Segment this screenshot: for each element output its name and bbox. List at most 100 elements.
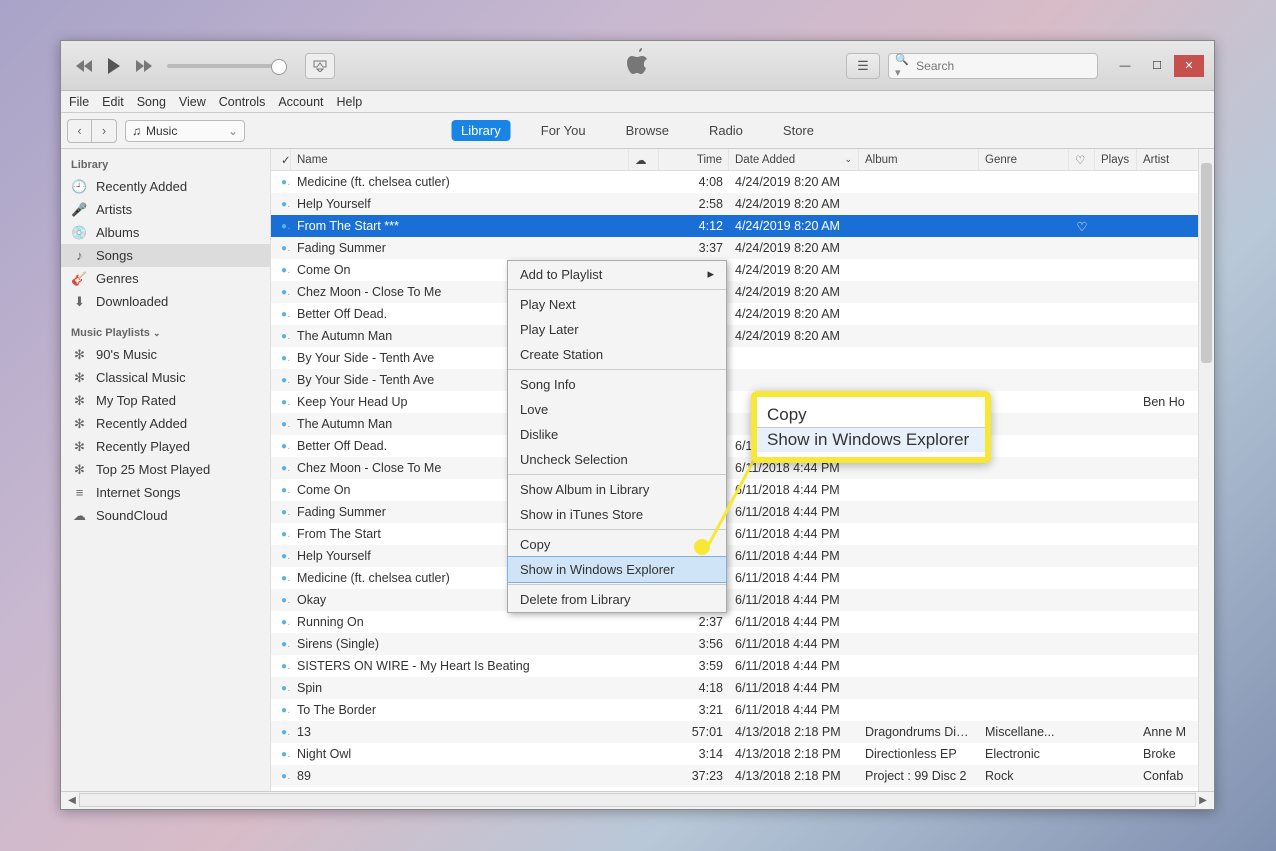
table-row[interactable]: ●From The Start ***4:124/24/2019 8:20 AM… [271,215,1214,237]
sidebar-item-recently-added[interactable]: 🕘Recently Added [61,175,270,198]
nav-back[interactable]: ‹ [68,120,92,142]
row-check[interactable]: ● [271,639,291,650]
ctx-delete[interactable]: Delete from Library [508,587,726,612]
prev-button[interactable] [71,53,97,79]
table-row[interactable]: ●Medicine (ft. chelsea cutler)4:084/24/2… [271,171,1214,193]
row-check[interactable]: ● [271,485,291,496]
list-view-button[interactable]: ☰ [846,53,880,79]
col-name[interactable]: Name [291,149,629,170]
row-check[interactable]: ● [271,683,291,694]
table-row[interactable]: ●Fading Summer3:374/24/2019 8:20 AM [271,237,1214,259]
sidebar-item-albums[interactable]: 💿Albums [61,221,270,244]
ctx-show-explorer[interactable]: Show in Windows Explorer [507,556,727,583]
table-row[interactable]: ●Night Owl3:144/13/2018 2:18 PMDirection… [271,743,1214,765]
playlist-item[interactable]: ✻Top 25 Most Played [61,458,270,481]
table-row[interactable]: ●Spin4:186/11/2018 4:44 PM [271,677,1214,699]
playlist-item[interactable]: ✻Recently Added [61,412,270,435]
row-check[interactable]: ● [271,177,291,188]
ctx-show-album[interactable]: Show Album in Library [508,477,726,502]
table-row[interactable]: ●Sirens (Single)3:566/11/2018 4:44 PM [271,633,1214,655]
tab-browse[interactable]: Browse [616,120,679,141]
playlist-item[interactable]: ✻My Top Rated [61,389,270,412]
table-row[interactable]: ●From The Start4:126/11/2018 4:44 PM [271,523,1214,545]
menu-help[interactable]: Help [337,95,363,109]
airplay-button[interactable] [305,53,335,79]
tab-radio[interactable]: Radio [699,120,753,141]
maximize-button[interactable]: ☐ [1142,55,1172,77]
table-row[interactable]: ●SISTERS ON WIRE - My Heart Is Beating3:… [271,655,1214,677]
table-row[interactable]: ●By Your Side - Tenth Ave [271,369,1214,391]
table-row[interactable]: ●By Your Side - Tenth Ave [271,347,1214,369]
tab-library[interactable]: Library [451,120,511,141]
row-check[interactable]: ● [271,441,291,452]
media-picker[interactable]: ♫ Music ⌄ [125,120,245,142]
table-row[interactable]: ●The Autumn Man [271,413,1214,435]
ctx-uncheck[interactable]: Uncheck Selection [508,447,726,472]
playlist-item[interactable]: ✻Classical Music [61,366,270,389]
row-check[interactable]: ● [271,243,291,254]
volume-slider[interactable] [167,64,287,68]
row-check[interactable]: ● [271,221,291,232]
row-check[interactable]: ● [271,309,291,320]
row-check[interactable]: ● [271,771,291,782]
next-button[interactable] [131,53,157,79]
col-check[interactable]: ✓ [271,149,291,170]
row-check[interactable]: ● [271,507,291,518]
menu-view[interactable]: View [179,95,206,109]
table-row[interactable]: ●Help Yourself2:584/24/2019 8:20 AM [271,193,1214,215]
ctx-song-info[interactable]: Song Info [508,372,726,397]
col-love[interactable]: ♡ [1069,149,1095,170]
col-time[interactable]: Time [659,149,729,170]
row-check[interactable]: ● [271,617,291,628]
row-check[interactable]: ● [271,595,291,606]
row-check[interactable]: ● [271,397,291,408]
sidebar-item-genres[interactable]: 🎸Genres [61,267,270,290]
table-row[interactable]: ●Come On3:336/11/2018 4:44 PM [271,479,1214,501]
table-row[interactable]: ●Help Yourself2:586/11/2018 4:44 PM [271,545,1214,567]
playlist-item[interactable]: ≡Internet Songs [61,481,270,504]
table-row[interactable]: ●Medicine (ft. chelsea cutler)4:086/11/2… [271,567,1214,589]
ctx-show-store[interactable]: Show in iTunes Store [508,502,726,527]
menu-edit[interactable]: Edit [102,95,124,109]
playlist-item[interactable]: ✻Recently Played [61,435,270,458]
menu-file[interactable]: File [69,95,89,109]
row-check[interactable]: ● [271,749,291,760]
table-row[interactable]: ●Better Off Dead.5:226/11/2018 4:44 PM [271,435,1214,457]
table-row[interactable]: ●Come On3:334/24/2019 8:20 AM [271,259,1214,281]
row-check[interactable]: ● [271,287,291,298]
col-plays[interactable]: Plays [1095,149,1137,170]
sidebar-item-songs[interactable]: ♪Songs [61,244,270,267]
table-row[interactable]: ●Chez Moon - Close To Me4:526/11/2018 4:… [271,457,1214,479]
close-button[interactable]: ✕ [1174,55,1204,77]
playlist-item[interactable]: ☁SoundCloud [61,504,270,527]
row-check[interactable]: ● [271,331,291,342]
table-row[interactable]: ●The Autumn Man3:154/24/2019 8:20 AM [271,325,1214,347]
ctx-add-to-playlist[interactable]: Add to Playlist▸ [508,261,726,287]
row-check[interactable]: ● [271,199,291,210]
tab-store[interactable]: Store [773,120,824,141]
menu-account[interactable]: Account [278,95,323,109]
nav-forward[interactable]: › [92,120,116,142]
table-row[interactable]: ●8937:234/13/2018 2:18 PMProject : 99 Di… [271,765,1214,787]
search-field[interactable]: 🔍▾ [888,53,1098,79]
sidebar-header-playlists[interactable]: Music Playlists ⌄ [61,323,270,343]
tab-for-you[interactable]: For You [531,120,596,141]
table-row[interactable]: ●Keep Your Head UpKingdomBen Ho [271,391,1214,413]
ctx-dislike[interactable]: Dislike [508,422,726,447]
ctx-love[interactable]: Love [508,397,726,422]
ctx-play-next[interactable]: Play Next [508,292,726,317]
play-button[interactable] [101,53,127,79]
search-input[interactable] [916,59,1091,73]
row-check[interactable]: ● [271,529,291,540]
minimize-button[interactable]: — [1110,55,1140,77]
row-check[interactable]: ● [271,705,291,716]
table-row[interactable]: ●1357:014/13/2018 2:18 PMDragondrums Dis… [271,721,1214,743]
row-check[interactable]: ● [271,265,291,276]
vertical-scrollbar[interactable] [1198,149,1214,791]
table-row[interactable]: ●Fading Summer3:376/11/2018 4:44 PM [271,501,1214,523]
table-row[interactable]: ●Okay4:196/11/2018 4:44 PM [271,589,1214,611]
row-check[interactable]: ● [271,727,291,738]
row-check[interactable]: ● [271,551,291,562]
col-genre[interactable]: Genre [979,149,1069,170]
ctx-play-later[interactable]: Play Later [508,317,726,342]
